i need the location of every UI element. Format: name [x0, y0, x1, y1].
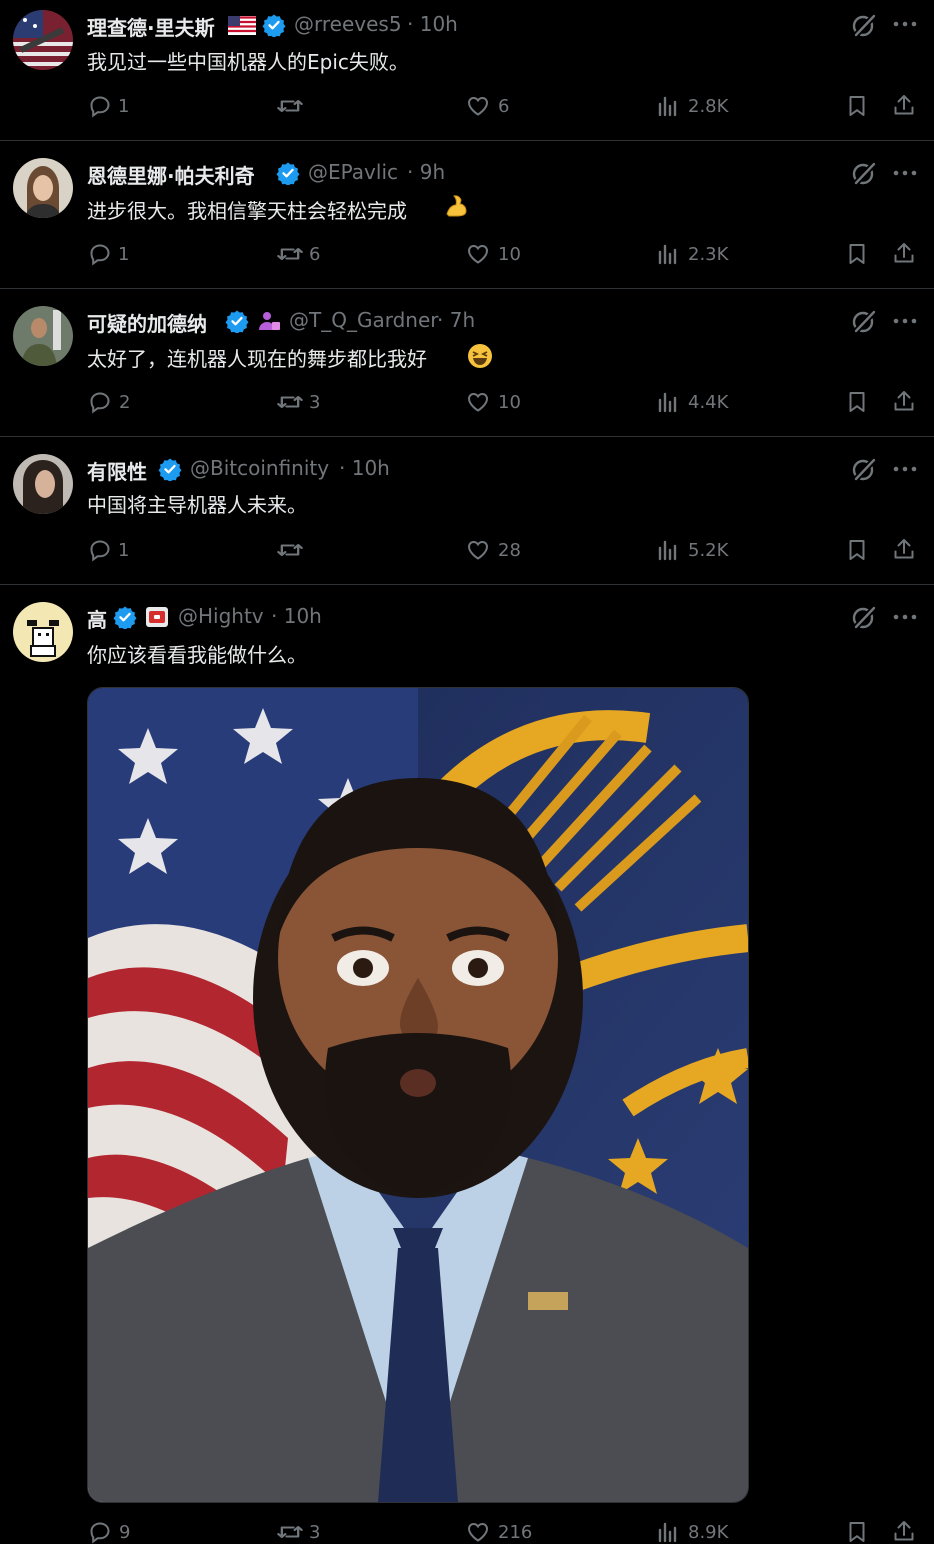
avatar[interactable]: [13, 454, 73, 514]
tweet-text: 你应该看看我能做什么。: [87, 643, 307, 667]
retweet-icon[interactable]: [276, 390, 304, 414]
reply-count: 1: [118, 540, 130, 561]
author-name[interactable]: 有限性: [87, 456, 147, 485]
avatar[interactable]: [13, 10, 73, 70]
views-count: 4.4K: [688, 392, 729, 413]
retweet-count: 3: [309, 1522, 321, 1543]
bookmark-icon[interactable]: [845, 94, 869, 118]
grok-icon[interactable]: [850, 159, 878, 187]
affiliate-badge-icon: [145, 605, 169, 629]
views-count: 8.9K: [688, 1522, 729, 1543]
retweet-icon[interactable]: [276, 242, 304, 266]
reply-count: 9: [119, 1522, 131, 1543]
verified-badge-icon: [276, 161, 300, 185]
author-handle[interactable]: @Hightv: [178, 604, 264, 628]
bookmark-icon[interactable]: [845, 1520, 869, 1544]
like-count: 28: [498, 540, 521, 561]
author-handle[interactable]: @EPavlic: [308, 160, 398, 184]
views-icon[interactable]: [656, 1520, 680, 1544]
author-handle[interactable]: @rreeves5: [294, 12, 402, 36]
grok-icon[interactable]: [850, 455, 878, 483]
timestamp[interactable]: · 10h: [271, 604, 322, 628]
grok-icon[interactable]: [850, 11, 878, 39]
views-icon[interactable]: [656, 94, 680, 118]
author-name[interactable]: 理查德·里夫斯: [87, 12, 215, 41]
more-icon[interactable]: [892, 612, 918, 622]
timestamp[interactable]: · 7h: [437, 308, 475, 332]
flexed-biceps-emoji-icon: [443, 192, 471, 220]
like-icon[interactable]: [466, 242, 490, 266]
author-name[interactable]: 可疑的加德纳: [87, 308, 207, 337]
grinning-squinting-emoji-icon: [466, 342, 494, 370]
reply-icon[interactable]: [88, 242, 112, 266]
timestamp[interactable]: · 10h: [407, 12, 458, 36]
tweet-text: 我见过一些中国机器人的Epic失败。: [87, 50, 409, 74]
reply-count: 2: [119, 392, 131, 413]
views-count: 5.2K: [688, 540, 729, 561]
like-count: 216: [498, 1522, 533, 1543]
views-icon[interactable]: [656, 390, 680, 414]
author-handle[interactable]: @Bitcoinfinity: [190, 456, 329, 480]
tweet-1[interactable]: 理查德·里夫斯 @rreeves5 · 10h 我见过一些中国机器人的Epic失…: [0, 0, 934, 141]
retweet-icon[interactable]: [276, 1520, 304, 1544]
like-icon[interactable]: [466, 538, 490, 562]
views-icon[interactable]: [656, 242, 680, 266]
tweet-3[interactable]: 可疑的加德纳 @T_Q_Gardner · 7h 太好了，连机器人现在的舞步都比…: [0, 289, 934, 437]
grok-icon[interactable]: [850, 603, 878, 631]
author-name[interactable]: 高: [87, 604, 107, 633]
avatar[interactable]: [13, 602, 73, 662]
views-count: 2.8K: [688, 96, 729, 117]
share-icon[interactable]: [892, 93, 916, 117]
more-icon[interactable]: [892, 168, 918, 178]
tweet-text: 进步很大。我相信擎天柱会轻松完成: [87, 199, 407, 223]
like-count: 6: [498, 96, 510, 117]
share-icon[interactable]: [892, 241, 916, 265]
verified-badge-icon: [113, 605, 137, 629]
like-icon[interactable]: [466, 94, 490, 118]
share-icon[interactable]: [892, 389, 916, 413]
share-icon[interactable]: [892, 537, 916, 561]
tweet-text: 中国将主导机器人未来。: [87, 493, 307, 517]
reply-count: 1: [118, 244, 130, 265]
verified-badge-icon: [225, 309, 249, 333]
bookmark-icon[interactable]: [845, 538, 869, 562]
reply-icon[interactable]: [88, 538, 112, 562]
reply-icon[interactable]: [88, 1520, 112, 1544]
reply-icon[interactable]: [88, 94, 112, 118]
tweet-text: 太好了，连机器人现在的舞步都比我好: [87, 347, 427, 371]
views-icon[interactable]: [656, 538, 680, 562]
like-icon[interactable]: [466, 1520, 490, 1544]
author-name[interactable]: 恩德里娜·帕夫利奇: [87, 160, 255, 189]
us-flag-icon: [228, 16, 256, 35]
tweet-media-image[interactable]: [87, 687, 749, 1503]
timestamp[interactable]: · 10h: [339, 456, 390, 480]
bookmark-icon[interactable]: [845, 242, 869, 266]
avatar[interactable]: [13, 158, 73, 218]
reply-icon[interactable]: [88, 390, 112, 414]
grok-icon[interactable]: [850, 307, 878, 335]
more-icon[interactable]: [892, 316, 918, 326]
retweet-count: 6: [309, 244, 321, 265]
author-handle[interactable]: @T_Q_Gardner: [289, 308, 438, 332]
tweet-4[interactable]: 有限性 @Bitcoinfinity · 10h 中国将主导机器人未来。 1 2…: [0, 437, 934, 585]
retweet-icon[interactable]: [276, 94, 304, 118]
tweet-2[interactable]: 恩德里娜·帕夫利奇 @EPavlic · 9h 进步很大。我相信擎天柱会轻松完成…: [0, 141, 934, 289]
verified-badge-icon: [158, 457, 182, 481]
timestamp[interactable]: · 9h: [407, 160, 445, 184]
more-icon[interactable]: [892, 19, 918, 29]
like-icon[interactable]: [466, 390, 490, 414]
like-count: 10: [498, 392, 521, 413]
views-count: 2.3K: [688, 244, 729, 265]
retweet-icon[interactable]: [276, 538, 304, 562]
like-count: 10: [498, 244, 521, 265]
verified-badge-icon: [262, 13, 286, 37]
person-badge-icon: [257, 309, 281, 333]
tweet-5[interactable]: 高 @Hightv · 10h 你应该看看我能做什么。 9 3 216 8.9K: [0, 585, 934, 1543]
retweet-count: 3: [309, 392, 321, 413]
bookmark-icon[interactable]: [845, 390, 869, 414]
reply-count: 1: [118, 96, 130, 117]
avatar[interactable]: [13, 306, 73, 366]
share-icon[interactable]: [892, 1519, 916, 1543]
more-icon[interactable]: [892, 464, 918, 474]
